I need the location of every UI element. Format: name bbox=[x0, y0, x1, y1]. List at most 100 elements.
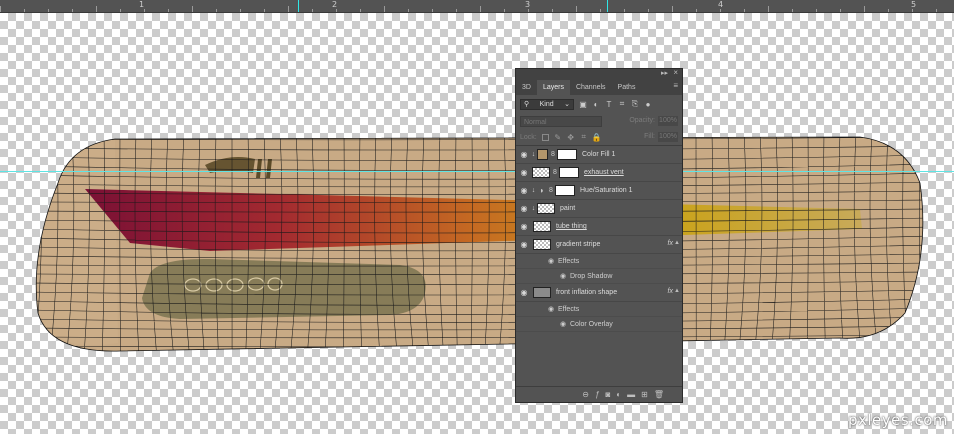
tab-paths[interactable]: Paths bbox=[612, 80, 642, 95]
eye-icon[interactable]: ◉ bbox=[518, 186, 530, 195]
effects-row[interactable]: ◉ Effects bbox=[516, 302, 682, 317]
effects-label: Effects bbox=[558, 305, 580, 313]
opacity-label: Opacity: 100% bbox=[629, 116, 678, 126]
ruler-number: 3 bbox=[525, 0, 531, 9]
mask-thumbnail[interactable] bbox=[555, 185, 575, 196]
new-group-icon[interactable]: ▬ bbox=[627, 390, 635, 399]
effects-row[interactable]: ◉ Effects bbox=[516, 254, 682, 269]
eye-icon[interactable]: ◉ bbox=[518, 150, 530, 159]
blend-mode-select[interactable]: Normal bbox=[520, 115, 602, 127]
collapse-icon[interactable]: ▸▸ bbox=[661, 69, 668, 77]
eye-icon[interactable]: ◉ bbox=[558, 320, 568, 328]
lock-artboard-icon[interactable]: ⌗ bbox=[580, 132, 588, 141]
layer-name[interactable]: Hue/Saturation 1 bbox=[580, 187, 633, 194]
effect-name[interactable]: Drop Shadow bbox=[570, 273, 612, 280]
filter-smart-object-icon[interactable]: ⎘ bbox=[631, 99, 639, 108]
tab-3d[interactable]: 3D bbox=[516, 80, 537, 95]
filter-type-icon[interactable]: T bbox=[605, 100, 613, 109]
layer-name[interactable]: gradient stripe bbox=[556, 241, 600, 248]
horizontal-ruler[interactable]: 1 2 3 4 5 bbox=[0, 0, 954, 13]
fill-field[interactable]: 100% bbox=[658, 132, 678, 142]
layer-thumbnail[interactable] bbox=[533, 239, 551, 250]
layer-thumbnail[interactable] bbox=[537, 203, 555, 214]
effect-row[interactable]: ◉ Color Overlay bbox=[516, 317, 682, 332]
filter-pixel-icon[interactable]: ▣ bbox=[579, 100, 587, 109]
new-layer-icon[interactable]: ⊞ bbox=[641, 390, 648, 399]
eye-icon[interactable]: ◉ bbox=[546, 305, 556, 313]
layers-panel[interactable]: ▸▸ × 3D Layers Channels Paths ≡ ⚲ Kind ⌄… bbox=[515, 68, 683, 403]
layer-thumbnail[interactable] bbox=[533, 221, 551, 232]
add-mask-icon[interactable]: ◙ bbox=[605, 390, 610, 399]
layer-name[interactable]: front inflation shape bbox=[556, 289, 617, 296]
eye-icon[interactable]: ◉ bbox=[558, 272, 568, 280]
warped-artwork bbox=[35, 136, 924, 352]
chevron-up-icon[interactable]: ▲ bbox=[674, 240, 680, 246]
close-icon[interactable]: × bbox=[673, 68, 678, 77]
layer-row[interactable]: ◉ ↓ 8 Color Fill 1 bbox=[516, 146, 682, 164]
eye-icon[interactable]: ◉ bbox=[546, 257, 556, 265]
panel-titlebar[interactable]: ▸▸ × bbox=[516, 68, 682, 78]
lock-transparent-icon[interactable] bbox=[541, 133, 549, 141]
color-fill-swatch[interactable] bbox=[537, 149, 548, 160]
layer-name[interactable]: exhaust vent bbox=[584, 169, 624, 176]
layer-thumbnail[interactable] bbox=[533, 287, 551, 298]
ruler-number: 4 bbox=[718, 0, 724, 9]
blend-row: Normal Opacity: 100% bbox=[516, 113, 682, 129]
clip-arrow-icon: ↓ bbox=[531, 187, 536, 194]
horizontal-guide-line[interactable] bbox=[0, 171, 954, 172]
ruler-number: 5 bbox=[911, 0, 917, 9]
ruler-guide-marker bbox=[298, 0, 299, 12]
mask-thumbnail[interactable] bbox=[557, 149, 577, 160]
layer-row[interactable]: ◉ gradient stripe fx ▲ bbox=[516, 236, 682, 254]
lock-all-icon[interactable]: 🔒 bbox=[592, 133, 602, 142]
eye-icon[interactable]: ◉ bbox=[518, 204, 530, 213]
new-adjustment-icon[interactable]: ◐ bbox=[616, 390, 621, 399]
fill-label: Fill: 100% bbox=[644, 132, 678, 142]
smart-object-thumbnail[interactable] bbox=[532, 167, 550, 178]
filter-kind-dropdown[interactable]: ⚲ Kind ⌄ bbox=[520, 98, 574, 110]
eye-icon[interactable]: ◉ bbox=[518, 222, 530, 231]
filter-row: ⚲ Kind ⌄ ▣ ◐ T ⌗ ⎘ ● bbox=[516, 95, 682, 113]
filter-toggle-icon[interactable]: ● bbox=[644, 100, 652, 109]
lock-row: Lock: ✎ ✥ ⌗ 🔒 Fill: 100% bbox=[516, 129, 682, 146]
filter-shape-icon[interactable]: ⌗ bbox=[618, 99, 626, 108]
tab-channels[interactable]: Channels bbox=[570, 80, 612, 95]
effect-row[interactable]: ◉ Drop Shadow bbox=[516, 269, 682, 284]
link-icon: 8 bbox=[551, 151, 555, 158]
layer-row[interactable]: ◉ ↓ ◑ 8 Hue/Saturation 1 bbox=[516, 182, 682, 200]
tab-layers[interactable]: Layers bbox=[536, 80, 570, 95]
ruler-number: 2 bbox=[332, 0, 338, 9]
effects-label: Effects bbox=[558, 257, 580, 265]
lock-label: Lock: bbox=[520, 133, 537, 141]
layer-row[interactable]: ◉ front inflation shape fx ▲ bbox=[516, 284, 682, 302]
add-style-icon[interactable]: ƒ bbox=[595, 390, 599, 399]
chevron-up-icon[interactable]: ▲ bbox=[674, 288, 680, 294]
trash-icon[interactable]: 🗑 bbox=[654, 390, 664, 399]
lock-position-icon[interactable]: ✥ bbox=[567, 133, 575, 142]
clip-arrow-icon: ↓ bbox=[531, 205, 536, 212]
link-layers-icon[interactable]: ⊖ bbox=[582, 390, 589, 399]
eye-icon[interactable]: ◉ bbox=[518, 168, 530, 177]
effect-name[interactable]: Color Overlay bbox=[570, 321, 613, 328]
mask-thumbnail[interactable] bbox=[559, 167, 579, 178]
ruler-guide-marker bbox=[607, 0, 608, 12]
clip-arrow-icon: ↓ bbox=[531, 151, 536, 158]
layer-row[interactable]: ◉ tube thing bbox=[516, 218, 682, 236]
layer-name[interactable]: Color Fill 1 bbox=[582, 151, 615, 158]
layer-name[interactable]: paint bbox=[560, 205, 575, 212]
adjustment-layer-icon[interactable]: ◑ bbox=[537, 186, 545, 195]
filter-adjustment-icon[interactable]: ◐ bbox=[592, 100, 600, 109]
ruler-number: 1 bbox=[139, 0, 145, 9]
eye-icon[interactable]: ◉ bbox=[518, 240, 530, 249]
fx-icon[interactable]: fx bbox=[668, 288, 673, 295]
link-icon: 8 bbox=[553, 169, 557, 176]
layer-row[interactable]: ◉ ↓ paint bbox=[516, 200, 682, 218]
layer-row[interactable]: ◉ 8 exhaust vent bbox=[516, 164, 682, 182]
document-canvas[interactable] bbox=[0, 13, 954, 434]
lock-pixels-icon[interactable]: ✎ bbox=[554, 133, 562, 142]
fx-icon[interactable]: fx bbox=[668, 240, 673, 247]
layer-name[interactable]: tube thing bbox=[556, 223, 587, 230]
opacity-field[interactable]: 100% bbox=[658, 116, 678, 126]
eye-icon[interactable]: ◉ bbox=[518, 288, 530, 297]
panel-menu-icon[interactable]: ≡ bbox=[673, 81, 678, 90]
